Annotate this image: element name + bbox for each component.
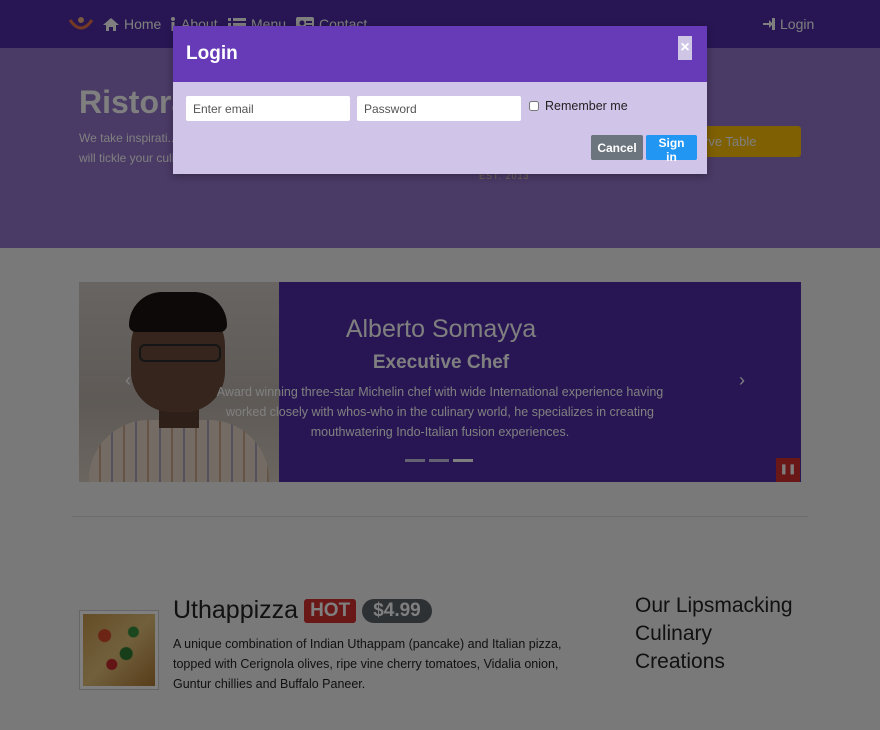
login-modal: Login × Remember me Cancel Sign in [173,26,707,174]
close-icon[interactable]: × [678,36,692,60]
email-field[interactable] [186,96,350,121]
modal-header: Login × [173,26,707,82]
cancel-button[interactable]: Cancel [591,135,643,160]
remember-me-label: Remember me [545,99,628,113]
remember-me-checkbox[interactable] [529,101,539,111]
sign-in-button[interactable]: Sign in [646,135,697,164]
modal-title: Login [186,43,238,64]
password-field[interactable] [357,96,521,121]
remember-me[interactable]: Remember me [529,99,628,113]
